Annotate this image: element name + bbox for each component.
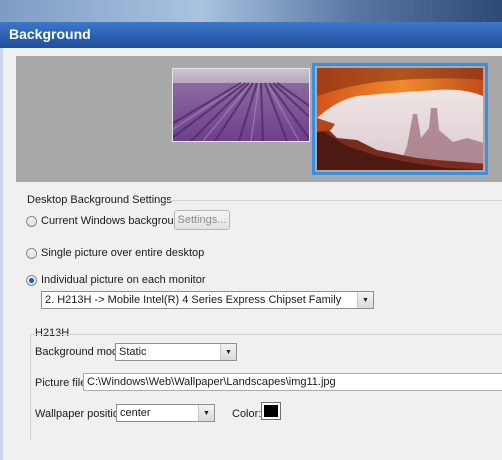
chevron-down-icon: ▼ xyxy=(357,292,373,308)
single-picture-radio[interactable] xyxy=(26,248,37,259)
monitor-select-value: 2. H213H -> Mobile Intel(R) 4 Series Exp… xyxy=(45,294,342,306)
monitor-1-preview[interactable] xyxy=(172,68,310,142)
color-swatch-fill xyxy=(264,405,278,417)
chevron-down-icon: ▼ xyxy=(220,344,236,360)
title-bar: Background xyxy=(0,22,502,48)
picture-file-value: C:\Windows\Web\Wallpaper\Landscapes\img1… xyxy=(87,376,336,388)
background-mode-value: Static xyxy=(119,346,147,358)
desktop-background-settings-heading: Desktop Background Settings xyxy=(27,194,172,206)
background-dialog: Desktop Background Settings Current Wind… xyxy=(0,48,502,460)
lavender-field-thumbnail xyxy=(173,69,309,141)
mesa-arch-thumbnail xyxy=(317,68,483,170)
individual-picture-radio[interactable] xyxy=(26,275,37,286)
background-mode-label: Background mode: xyxy=(35,346,128,358)
wallpaper-position-label: Wallpaper position: xyxy=(35,408,129,420)
current-windows-background-radio[interactable] xyxy=(26,216,37,227)
desktop-background-strip xyxy=(0,0,502,22)
single-picture-label: Single picture over entire desktop xyxy=(41,247,205,259)
picture-file-input[interactable]: C:\Windows\Web\Wallpaper\Landscapes\img1… xyxy=(83,373,502,391)
individual-picture-label: Individual picture on each monitor xyxy=(41,274,206,286)
color-swatch-button[interactable] xyxy=(261,402,281,420)
wallpaper-position-select[interactable]: center ▼ xyxy=(116,404,215,422)
group-divider xyxy=(163,200,502,201)
wallpaper-position-value: center xyxy=(120,407,151,419)
monitor-select[interactable]: 2. H213H -> Mobile Intel(R) 4 Series Exp… xyxy=(41,291,374,309)
picture-file-label: Picture file: xyxy=(35,377,90,389)
chevron-down-icon: ▼ xyxy=(198,405,214,421)
monitor-preview-area xyxy=(16,56,502,182)
background-mode-select[interactable]: Static ▼ xyxy=(115,343,237,361)
window-title: Background xyxy=(9,26,91,42)
monitor-2-preview[interactable] xyxy=(312,63,488,175)
settings-button[interactable]: Settings... xyxy=(174,210,230,230)
current-windows-background-label: Current Windows background xyxy=(41,215,186,227)
color-label: Color: xyxy=(232,408,262,420)
